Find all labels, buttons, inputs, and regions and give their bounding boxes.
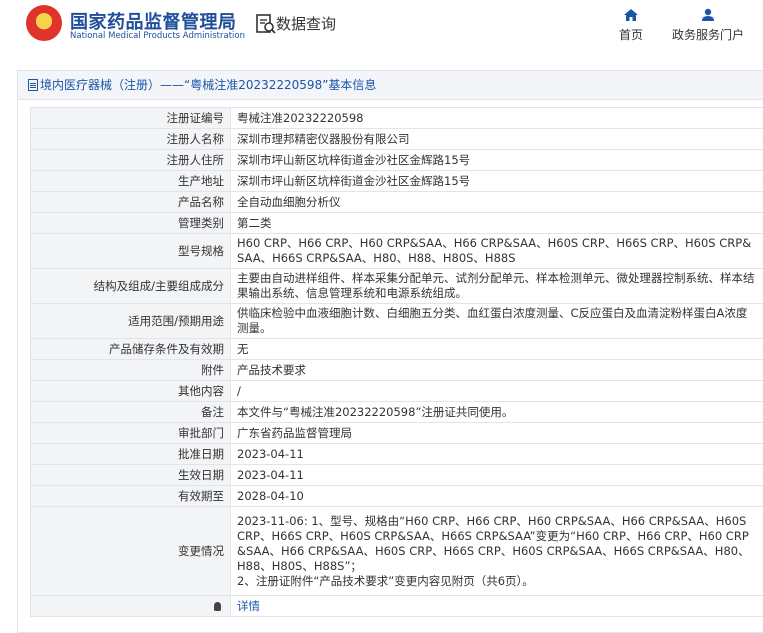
table-row: 有效期至 2028-04-10 (30, 485, 763, 507)
nav-service-portal[interactable]: 政务服务门户 (669, 8, 747, 43)
panel-title: 境内医疗器械（注册）——“粤械注准20232220598”基本信息 (40, 78, 377, 92)
row-value: 供临床检验中血液细胞计数、白细胞五分类、血红蛋白浓度测量、C反应蛋白及血清淀粉样… (230, 303, 763, 339)
change-history-line-1: 2023-11-06: 1、型号、规格由“H60 CRP、H66 CRP、H60… (237, 513, 750, 573)
user-icon (702, 8, 714, 21)
row-value: / (230, 380, 763, 402)
row-label: 有效期至 (30, 485, 231, 507)
table-row: 其他内容 / (30, 380, 763, 402)
row-value: 无 (230, 338, 763, 360)
row-value: 本文件与“粤械注准20232220598”注册证共同使用。 (230, 401, 763, 423)
detail-panel: 境内医疗器械（注册）——“粤械注准20232220598”基本信息 注册证编号粤… (17, 70, 763, 633)
row-label: 注册人住所 (30, 149, 231, 171)
table-row: 注册人名称 深圳市理邦精密仪器股份有限公司 (30, 128, 763, 150)
row-value: 广东省药品监督管理局 (230, 422, 763, 444)
detail-link[interactable]: 详情 (237, 599, 260, 613)
change-history-label: 变更情况 (30, 506, 231, 596)
row-label: 其他内容 (30, 380, 231, 402)
table-row: 产品储存条件及有效期无 (30, 338, 763, 360)
detail-label-cell (30, 595, 231, 617)
nav-home-label: 首页 (618, 28, 643, 42)
home-icon (624, 9, 638, 21)
row-value: 粤械注准20232220598 (230, 107, 763, 129)
row-label: 适用范围/预期用途 (30, 303, 231, 339)
row-value: 全自动血细胞分析仪 (230, 191, 763, 213)
registration-info-table: 注册证编号 粤械注准20232220598 注册人名称 深圳市理邦精密仪器股份有限公… (30, 107, 763, 617)
row-label: 注册人名称 (30, 128, 231, 150)
change-history-line-2: 2、注册证附件“产品技术要求”变更内容见附页（共6页）。 (237, 573, 534, 588)
row-value: 深圳市坪山新区坑梓街道金沙社区金辉路15号 (230, 170, 763, 192)
lightbulb-icon (214, 601, 221, 611)
table-row: 管理类别 第二类 (30, 212, 763, 234)
table-row: 附件 产品技术要求 (30, 359, 763, 381)
row-value: H60 CRP、H66 CRP、H60 CRP&SAA、H66 CRP&SAA、… (230, 233, 763, 269)
document-icon (28, 79, 38, 91)
row-value: 深圳市理邦精密仪器股份有限公司 (230, 128, 763, 150)
table-row: 审批部门 广东省药品监督管理局 (30, 422, 763, 444)
nav-service-portal-label: 政务服务门户 (671, 28, 744, 42)
table-row: 注册证编号 粤械注准20232220598 (30, 107, 763, 129)
table-row: 生产地址 深圳市坪山新区坑梓街道金沙社区金辉路15号 (30, 170, 763, 192)
row-value: 主要由自动进样组件、样本采集分配单元、试剂分配单元、样本检测单元、微处理器控制系… (230, 268, 763, 304)
panel-title-bar: 境内医疗器械（注册）——“粤械注准20232220598”基本信息 (18, 71, 763, 100)
table-row: 备注 本文件与“粤械注准20232220598”注册证共同使用。 (30, 401, 763, 423)
row-label: 产品储存条件及有效期 (30, 338, 231, 360)
row-label: 备注 (30, 401, 231, 423)
national-emblem-logo (26, 5, 62, 41)
row-label: 附件 (30, 359, 231, 381)
table-row: 型号规格 H60 CRP、H66 CRP、H60 CRP&SAA、H66 CRP&… (30, 233, 763, 269)
change-history-value: 2023-11-06: 1、型号、规格由“H60 CRP、H66 CRP、H60… (230, 506, 763, 596)
table-row: 产品名称 全自动血细胞分析仪 (30, 191, 763, 213)
row-value: 2028-04-10 (230, 485, 763, 507)
table-row: 批准日期 2023-04-11 (30, 443, 763, 465)
row-label: 审批部门 (30, 422, 231, 444)
row-label: 批准日期 (30, 443, 231, 465)
row-value: 2023-04-11 (230, 464, 763, 486)
data-query-icon (256, 14, 276, 34)
detail-link-cell: 详情 (230, 595, 763, 617)
table-row: 变更情况 2023-11-06: 1、型号、规格由“H60 CRP、H66 CR… (30, 506, 763, 596)
table-row: 生效日期 2023-04-11 (30, 464, 763, 486)
row-label: 结构及组成/主要组成成分 (30, 268, 231, 304)
row-value: 2023-04-11 (230, 443, 763, 465)
site-logo-english: National Medical Products Administration (70, 31, 245, 41)
row-label: 注册证编号 (30, 107, 231, 129)
row-label: 生效日期 (30, 464, 231, 486)
nav-home[interactable]: 首页 (613, 8, 649, 43)
data-query-title: 数据查询 (276, 15, 337, 33)
row-value: 产品技术要求 (230, 359, 763, 381)
row-label: 管理类别 (30, 212, 231, 234)
row-label: 产品名称 (30, 191, 231, 213)
table-row: 注册人住所 深圳市坪山新区坑梓街道金沙社区金辉路15号 (30, 149, 763, 171)
table-row: 适用范围/预期用途 供临床检验中血液细胞计数、白细胞五分类、血红蛋白浓度测量、C反… (30, 303, 763, 339)
table-row: 结构及组成/主要组成成分 主要由自动进样组件、样本采集分配单元、试剂分配单元、样本… (30, 268, 763, 304)
row-label: 型号规格 (30, 233, 231, 269)
site-header: 国家药品监督管理局 National Medical Products Admi… (0, 0, 763, 58)
table-row: 详情 (30, 595, 763, 617)
row-label: 生产地址 (30, 170, 231, 192)
row-value: 第二类 (230, 212, 763, 234)
row-value: 深圳市坪山新区坑梓街道金沙社区金辉路15号 (230, 149, 763, 171)
